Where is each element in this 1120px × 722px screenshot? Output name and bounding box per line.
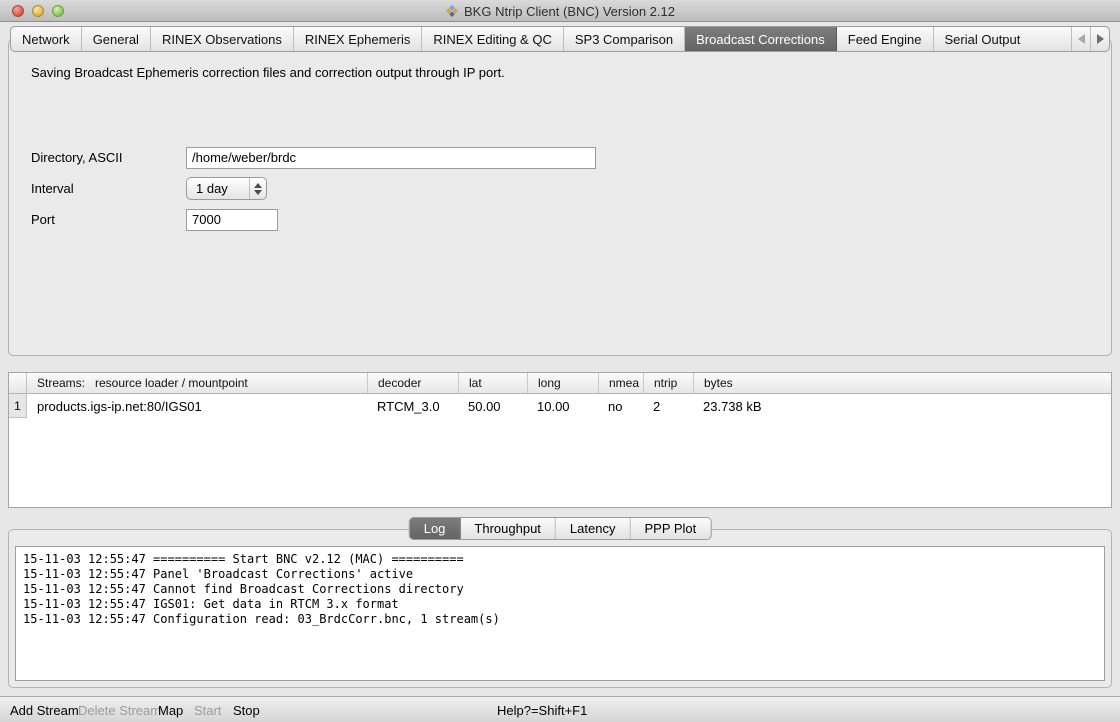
log-tab-bar: Log Throughput Latency PPP Plot: [409, 517, 712, 540]
directory-ascii-input[interactable]: [186, 147, 596, 169]
tab-feed-engine[interactable]: Feed Engine: [837, 27, 934, 51]
tab-rinex-editing-qc[interactable]: RINEX Editing & QC: [422, 27, 564, 51]
bottom-toolbar: Add Stream Delete Stream Map Start Stop …: [0, 696, 1120, 722]
cell-nmea: no: [598, 399, 643, 414]
cell-bytes: 23.738 kB: [693, 399, 1111, 414]
header-long[interactable]: long: [527, 373, 598, 393]
streams-table: Streams: resource loader / mountpoint de…: [8, 372, 1112, 508]
main-tab-bar: Network General RINEX Observations RINEX…: [10, 26, 1110, 52]
interval-select[interactable]: 1 day: [186, 177, 267, 200]
help-shortcut-label: Help?=Shift+F1: [497, 697, 587, 722]
header-lat[interactable]: lat: [458, 373, 527, 393]
titlebar: BKG Ntrip Client (BNC) Version 2.12: [0, 0, 1120, 22]
panel-description: Saving Broadcast Ephemeris correction fi…: [31, 65, 505, 80]
log-pane: 15-11-03 12:55:47 ========== Start BNC v…: [8, 529, 1112, 688]
app-window: BKG Ntrip Client (BNC) Version 2.12 Savi…: [0, 0, 1120, 722]
streams-table-header: Streams: resource loader / mountpoint de…: [9, 373, 1111, 394]
scroll-left-icon: [1078, 34, 1085, 44]
map-button[interactable]: Map: [158, 697, 183, 722]
tab-throughput[interactable]: Throughput: [460, 518, 556, 539]
tab-latency[interactable]: Latency: [556, 518, 631, 539]
port-label: Port: [31, 212, 186, 227]
tab-pane: Saving Broadcast Ephemeris correction fi…: [8, 39, 1112, 356]
directory-ascii-label: Directory, ASCII: [31, 150, 186, 165]
tab-rinex-observations[interactable]: RINEX Observations: [151, 27, 294, 51]
header-nmea[interactable]: nmea: [598, 373, 643, 393]
window-title: BKG Ntrip Client (BNC) Version 2.12: [464, 4, 675, 19]
tab-log[interactable]: Log: [410, 518, 461, 539]
tab-serial-output[interactable]: Serial Output: [934, 27, 1032, 51]
stepper-arrows-icon: [249, 178, 266, 199]
interval-selected-value: 1 day: [187, 181, 249, 196]
cell-long: 10.00: [527, 399, 598, 414]
bnc-app-icon: [445, 4, 459, 18]
port-input[interactable]: [186, 209, 278, 231]
cell-ntrip: 2: [643, 399, 693, 414]
delete-stream-button: Delete Stream: [78, 697, 161, 722]
tab-general[interactable]: General: [82, 27, 151, 51]
header-ntrip[interactable]: ntrip: [643, 373, 693, 393]
cell-decoder: RTCM_3.0: [367, 399, 458, 414]
interval-label: Interval: [31, 181, 186, 196]
log-line: 15-11-03 12:55:47 ========== Start BNC v…: [23, 552, 1097, 567]
tab-broadcast-corrections[interactable]: Broadcast Corrections: [685, 27, 837, 51]
tab-scroll-left-button[interactable]: [1071, 27, 1090, 51]
header-decoder[interactable]: decoder: [367, 373, 458, 393]
cell-mountpoint: products.igs-ip.net:80/IGS01: [27, 399, 367, 414]
tab-rinex-ephemeris[interactable]: RINEX Ephemeris: [294, 27, 422, 51]
log-line: 15-11-03 12:55:47 Configuration read: 03…: [23, 612, 1097, 627]
tab-network[interactable]: Network: [11, 27, 82, 51]
log-output[interactable]: 15-11-03 12:55:47 ========== Start BNC v…: [15, 546, 1105, 681]
row-number: 1: [9, 394, 27, 418]
log-line: 15-11-03 12:55:47 IGS01: Get data in RTC…: [23, 597, 1097, 612]
stop-button[interactable]: Stop: [233, 697, 260, 722]
header-bytes[interactable]: bytes: [693, 373, 1111, 393]
stream-row[interactable]: 1 products.igs-ip.net:80/IGS01 RTCM_3.0 …: [9, 394, 1111, 418]
corner-header-cell: [9, 373, 27, 393]
tab-ppp-plot[interactable]: PPP Plot: [630, 518, 710, 539]
start-button: Start: [194, 697, 221, 722]
cell-lat: 50.00: [458, 399, 527, 414]
header-mountpoint[interactable]: Streams: resource loader / mountpoint: [27, 373, 367, 393]
tab-scroll-right-button[interactable]: [1090, 27, 1109, 51]
scroll-right-icon: [1097, 34, 1104, 44]
log-line: 15-11-03 12:55:47 Panel 'Broadcast Corre…: [23, 567, 1097, 582]
log-line: 15-11-03 12:55:47 Cannot find Broadcast …: [23, 582, 1097, 597]
tab-sp3-comparison[interactable]: SP3 Comparison: [564, 27, 685, 51]
add-stream-button[interactable]: Add Stream: [10, 697, 79, 722]
